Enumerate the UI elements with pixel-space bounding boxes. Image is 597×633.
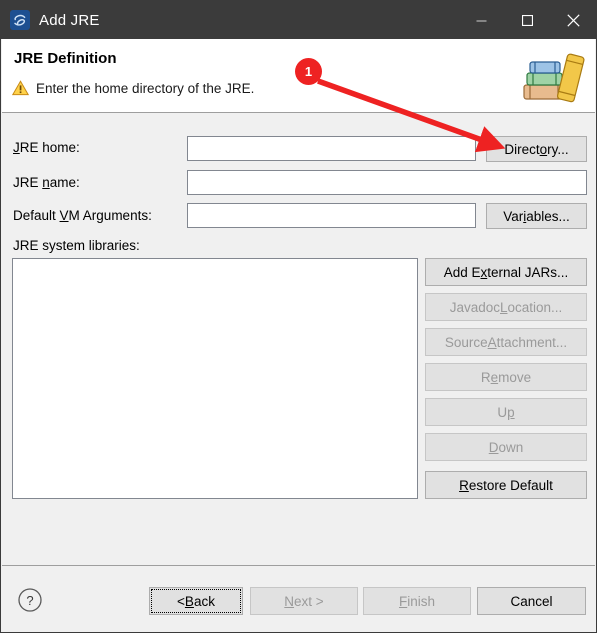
jre-home-input[interactable] — [187, 136, 476, 161]
maximize-button[interactable] — [504, 1, 550, 39]
cancel-button[interactable]: Cancel — [477, 587, 586, 615]
remove-button[interactable]: Re move — [425, 363, 587, 391]
add-jre-dialog: Add JRE JRE Definition Enter the home di… — [0, 0, 597, 633]
directory-button[interactable]: Direct o ry... — [486, 136, 587, 162]
vm-arguments-label: Default VM Arguments: — [13, 208, 152, 223]
header-message: Enter the home directory of the JRE. — [36, 80, 255, 96]
finish-button[interactable]: Finish — [363, 587, 471, 615]
window-title: Add JRE — [39, 11, 100, 29]
jre-home-label: JRE home: — [13, 140, 80, 155]
window-controls — [458, 1, 596, 39]
jre-system-libraries-list[interactable] — [12, 258, 418, 499]
header-message-row: Enter the home directory of the JRE. — [11, 80, 255, 96]
dialog-body: JRE home: Direct o ry... JRE name: Default… — [2, 114, 595, 565]
annotation-badge-1: 1 — [295, 58, 322, 85]
title-bar: Add JRE — [1, 1, 596, 39]
minimize-button[interactable] — [458, 1, 504, 39]
source-attachment-button[interactable]: Source Attachment... — [425, 328, 587, 356]
close-button[interactable] — [550, 1, 596, 39]
restore-default-button[interactable]: Restore Default — [425, 471, 587, 499]
jre-system-libraries-label: JRE system libraries: — [13, 238, 140, 253]
next-button[interactable]: Next > — [250, 587, 358, 615]
back-button[interactable]: < Back — [149, 587, 243, 615]
warning-icon — [11, 80, 30, 96]
up-button[interactable]: Up — [425, 398, 587, 426]
jre-name-input[interactable] — [187, 170, 587, 195]
page-title: JRE Definition — [14, 50, 117, 67]
javadoc-location-button[interactable]: Javadoc Location... — [425, 293, 587, 321]
add-external-jars-button[interactable]: Add Ex ternal JARs... — [425, 258, 587, 286]
down-button[interactable]: Down — [425, 433, 587, 461]
jre-name-label: JRE name: — [13, 175, 80, 190]
eclipse-icon — [10, 10, 30, 30]
variables-button[interactable]: Var i ables... — [486, 203, 587, 229]
help-icon[interactable]: ? — [17, 587, 43, 613]
svg-text:?: ? — [26, 593, 33, 608]
vm-arguments-input[interactable] — [187, 203, 476, 228]
books-icon — [515, 45, 587, 107]
